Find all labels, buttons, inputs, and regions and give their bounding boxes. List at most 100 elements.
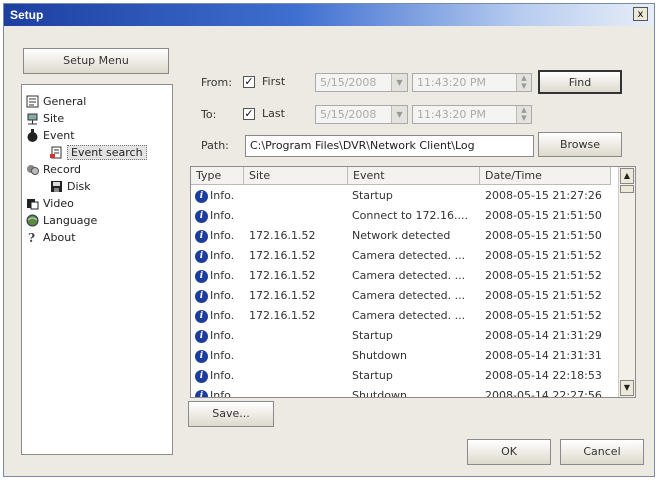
cancel-button[interactable]: Cancel [560,439,644,465]
table-row[interactable]: i Info. Shutdown 2008-05-14 22:27:56 [191,386,611,398]
type-text: Info. [210,329,235,342]
video-icon [26,197,39,210]
tree-label: Record [43,163,82,176]
tree-label: Event search [67,145,147,160]
event-cell: Shutdown [352,389,407,398]
tree-item-site[interactable]: Site [26,110,64,127]
info-icon: i [195,229,208,243]
event-cell: Network detected [352,229,451,242]
column-header-site[interactable]: Site [244,167,348,185]
last-checkbox[interactable]: ✓ [243,108,255,120]
event-cell: Shutdown [352,349,407,362]
table-row[interactable]: i Info. Shutdown 2008-05-14 21:31:31 [191,346,611,366]
event-log-table[interactable]: Type Site Event Date/Time i Info. Startup 2… [190,166,636,398]
datetime-cell: 2008-05-15 21:51:52 [485,249,602,262]
datetime-cell: 2008-05-15 21:51:52 [485,289,602,302]
tree-label: Language [43,214,98,227]
path-field[interactable]: C:\Program Files\DVR\Network Client\Log [245,135,534,157]
from-date-value: 5/15/2008 [320,76,377,89]
from-date-field[interactable]: 5/15/2008 ▼ [315,73,408,92]
find-button[interactable]: Find [538,70,622,94]
datetime-cell: 2008-05-14 22:27:56 [485,389,602,398]
browse-button[interactable]: Browse [538,132,622,157]
type-text: Info. [210,209,235,222]
to-date-field[interactable]: 5/15/2008 ▼ [315,105,408,124]
from-label: From: [201,76,232,89]
site-cell: 172.16.1.52 [249,269,316,282]
info-icon: i [195,369,208,383]
type-cell: i Info. [195,346,234,366]
first-checkbox[interactable]: ✓ [243,76,255,88]
type-text: Info. [210,249,235,262]
datetime-cell: 2008-05-15 21:27:26 [485,189,602,202]
type-cell: i Info. [195,266,234,286]
column-header-datetime[interactable]: Date/Time [480,167,611,185]
save-button[interactable]: Save... [188,401,274,427]
table-row[interactable]: i Info. 172.16.1.52 Camera detected. ... 200… [191,306,611,326]
title-bar[interactable]: Setup x [4,4,654,26]
from-time-spinner[interactable]: ▲ ▼ [516,74,531,91]
column-header-type[interactable]: Type [191,167,244,185]
site-cell: 172.16.1.52 [249,249,316,262]
event-cell: Camera detected. ... [352,269,466,282]
type-cell: i Info. [195,306,234,326]
tree-item-event[interactable]: Event [26,127,75,144]
to-label: To: [201,108,217,121]
column-header-event[interactable]: Event [348,167,480,185]
type-text: Info. [210,189,235,202]
tree-item-about[interactable]: ? About [26,229,76,246]
table-row[interactable]: i Info. Startup 2008-05-14 21:31:29 [191,326,611,346]
datetime-cell: 2008-05-14 22:18:53 [485,369,602,382]
info-icon: i [195,309,208,323]
table-row[interactable]: i Info. 172.16.1.52 Camera detected. ... 200… [191,246,611,266]
spin-down-icon[interactable]: ▼ [517,114,531,122]
spin-up-icon[interactable]: ▲ [517,74,531,82]
tree-item-event-search[interactable]: Event search [50,144,147,161]
to-time-spinner[interactable]: ▲ ▼ [516,106,531,123]
tree-item-video[interactable]: Video [26,195,74,212]
tree-item-general[interactable]: General [26,93,86,110]
table-row[interactable]: i Info. Connect to 172.16.... 2008-05-15 21… [191,206,611,226]
event-search-icon [50,146,63,159]
scroll-down-icon[interactable]: ▼ [620,380,634,396]
from-time-field[interactable]: 11:43:20 PM ▲ ▼ [412,73,532,92]
setup-menu-button[interactable]: Setup Menu [23,48,169,74]
spin-down-icon[interactable]: ▼ [517,82,531,90]
datetime-cell: 2008-05-14 21:31:29 [485,329,602,342]
to-date-value: 5/15/2008 [320,108,377,121]
type-cell: i Info. [195,366,234,386]
table-row[interactable]: i Info. 172.16.1.52 Camera detected. ... 200… [191,286,611,306]
tree-item-record[interactable]: Record [26,161,81,178]
spin-up-icon[interactable]: ▲ [517,106,531,114]
scroll-up-icon[interactable]: ▲ [620,168,634,184]
close-button[interactable]: x [633,7,648,21]
datetime-cell: 2008-05-14 21:31:31 [485,349,602,362]
site-icon [26,112,39,125]
table-row[interactable]: i Info. 172.16.1.52 Camera detected. ... 200… [191,266,611,286]
chevron-down-icon[interactable]: ▼ [391,74,407,91]
vertical-scrollbar[interactable]: ▲ ▼ [618,167,635,397]
table-row[interactable]: i Info. Startup 2008-05-15 21:27:26 [191,186,611,206]
scroll-thumb[interactable] [620,185,634,193]
to-time-value: 11:43:20 PM [417,108,487,121]
tree-item-language[interactable]: Language [26,212,97,229]
tree-item-disk[interactable]: Disk [50,178,91,195]
event-cell: Connect to 172.16.... [352,209,468,222]
type-text: Info. [210,369,235,382]
table-row[interactable]: i Info. Startup 2008-05-14 22:18:53 [191,366,611,386]
type-cell: i Info. [195,226,234,246]
language-icon [26,214,39,227]
ok-button[interactable]: OK [467,439,551,465]
to-time-field[interactable]: 11:43:20 PM ▲ ▼ [412,105,532,124]
type-cell: i Info. [195,286,234,306]
info-icon: i [195,329,208,343]
tree-label: Event [43,129,75,142]
tree-label: General [43,95,87,108]
type-text: Info. [210,229,235,242]
type-cell: i Info. [195,206,234,226]
chevron-down-icon[interactable]: ▼ [391,106,407,123]
setup-tree[interactable]: General Site Event Event search Record D [21,84,173,455]
info-icon: i [195,209,208,223]
event-cell: Camera detected. ... [352,249,466,262]
table-row[interactable]: i Info. 172.16.1.52 Network detected 2008-05… [191,226,611,246]
